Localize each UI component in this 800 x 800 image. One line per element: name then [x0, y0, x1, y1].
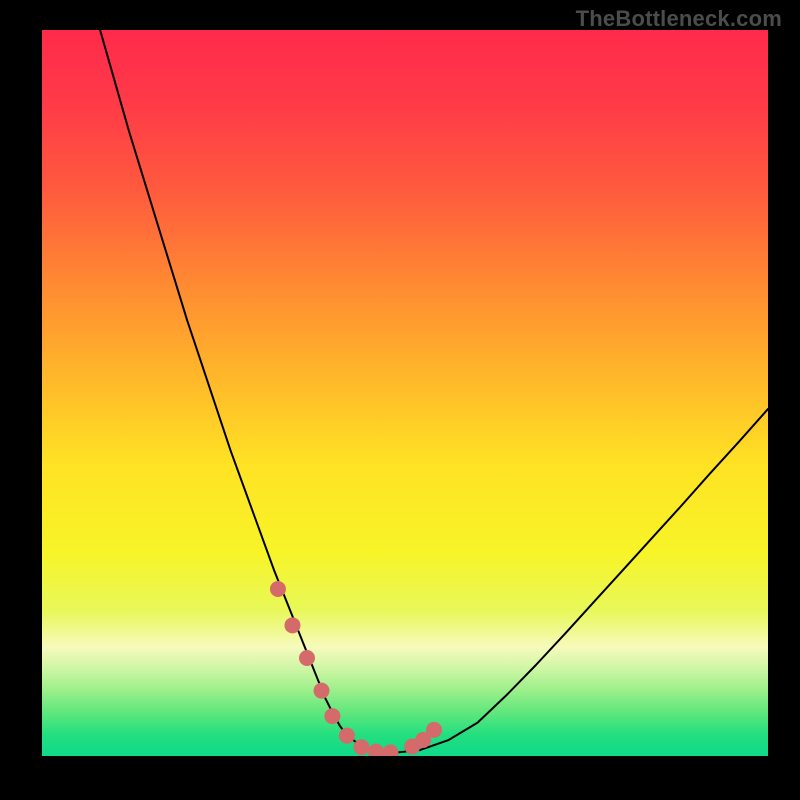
highlight-dot — [339, 728, 355, 744]
highlight-dot — [353, 739, 369, 755]
highlight-dot — [324, 708, 340, 724]
chart-container: TheBottleneck.com — [0, 0, 800, 800]
highlight-dot — [270, 581, 286, 597]
plot-area — [42, 30, 768, 756]
watermark-text: TheBottleneck.com — [576, 6, 782, 32]
gradient-background — [42, 30, 768, 756]
highlight-dot — [299, 650, 315, 666]
highlight-dot — [314, 683, 330, 699]
chart-svg — [42, 30, 768, 756]
highlight-dot — [284, 617, 300, 633]
highlight-dot — [426, 722, 442, 738]
